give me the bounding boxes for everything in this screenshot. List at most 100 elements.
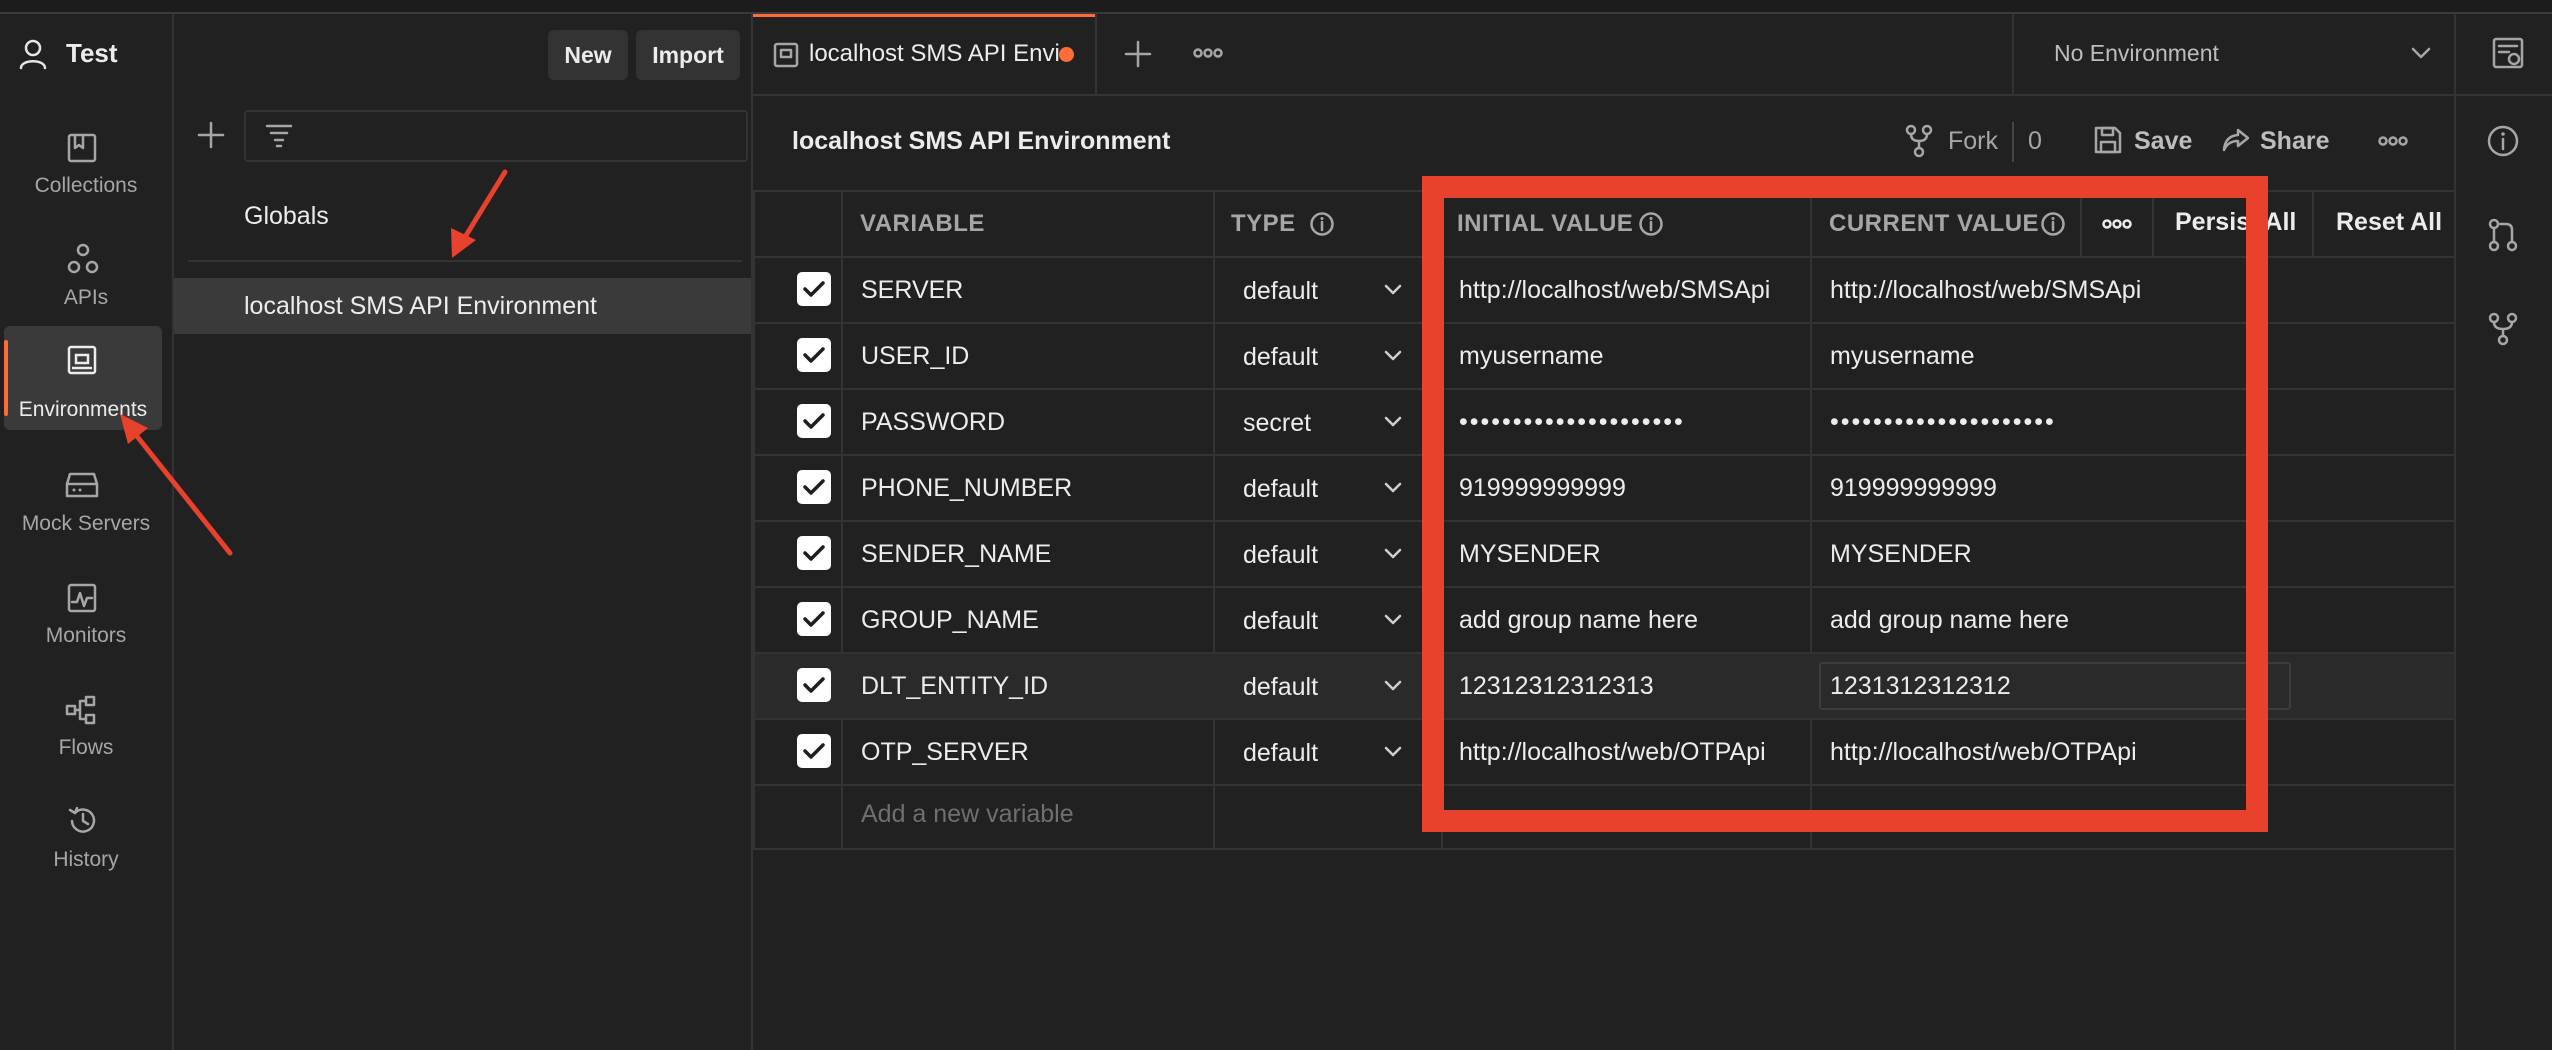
globals-item[interactable]: Globals [244, 202, 329, 231]
current-value[interactable]: ••••••••••••••••••••• [1830, 408, 2056, 437]
filter-icon [264, 122, 294, 148]
type-select[interactable]: default [1243, 277, 1318, 306]
new-button[interactable]: New [548, 30, 628, 80]
type-select[interactable]: default [1243, 475, 1318, 504]
type-select[interactable]: secret [1243, 409, 1311, 438]
type-select[interactable]: default [1243, 673, 1318, 702]
title-strip [0, 0, 2552, 14]
current-value-input[interactable]: 1231312312312 [1819, 662, 2291, 710]
chevron-down-icon[interactable] [1383, 746, 1403, 758]
create-environment-button[interactable] [196, 120, 226, 150]
chevron-down-icon[interactable] [1383, 416, 1403, 428]
enabled-checkbox[interactable] [797, 470, 831, 504]
current-value-info-icon[interactable] [2040, 211, 2066, 237]
tab-options-icon[interactable] [1193, 46, 1223, 60]
type-select[interactable]: default [1243, 343, 1318, 372]
chevron-down-icon[interactable] [1383, 284, 1403, 296]
table-border [2080, 190, 2082, 256]
enabled-checkbox[interactable] [797, 602, 831, 636]
chevron-down-icon[interactable] [1383, 482, 1403, 494]
chevron-down-icon[interactable] [1383, 680, 1403, 692]
variable-name[interactable]: PHONE_NUMBER [861, 474, 1072, 503]
add-variable-input[interactable]: Add a new variable [861, 800, 1074, 829]
sidebar-item-collections[interactable]: Collections [0, 114, 172, 214]
table-row: DLT_ENTITY_ID default 12312312312313 123… [755, 654, 2454, 718]
tab-localhost-sms-api[interactable]: localhost SMS API Envi [753, 14, 1097, 94]
current-value[interactable]: MYSENDER [1830, 540, 1972, 569]
environment-item-localhost[interactable]: localhost SMS API Environment [174, 278, 751, 334]
initial-value[interactable]: http://localhost/web/SMSApi [1459, 276, 1770, 305]
tab-active-indicator [753, 14, 1095, 17]
fork-button[interactable]: Fork [1948, 127, 1998, 156]
variable-name[interactable]: SENDER_NAME [861, 540, 1051, 569]
checkmark-icon [803, 677, 825, 693]
workspace-name[interactable]: Test [66, 38, 118, 69]
type-select[interactable]: default [1243, 541, 1318, 570]
variable-name[interactable]: OTP_SERVER [861, 738, 1029, 767]
sidebar-item-monitors[interactable]: Monitors [0, 562, 172, 662]
current-value[interactable]: 919999999999 [1830, 474, 1997, 503]
sidebar-item-label: Flows [58, 736, 114, 759]
variable-name[interactable]: PASSWORD [861, 408, 1005, 437]
environment-selector[interactable]: No Environment [2014, 14, 2454, 94]
type-select[interactable]: default [1243, 607, 1318, 636]
enabled-checkbox[interactable] [797, 536, 831, 570]
current-value[interactable]: http://localhost/web/OTPApi [1830, 738, 2137, 767]
persist-all-button[interactable]: Persist All [2175, 208, 2296, 237]
variables-table: VARIABLE TYPE INITIAL VALUE CURRENT VALU… [753, 190, 2454, 850]
table-border [2152, 190, 2154, 256]
share-button[interactable]: Share [2260, 127, 2329, 156]
variable-name[interactable]: DLT_ENTITY_ID [861, 672, 1048, 701]
sidebar-item-mock-servers[interactable]: Mock Servers [0, 450, 172, 550]
search-input[interactable] [244, 110, 748, 162]
checkmark-icon [803, 545, 825, 561]
reset-all-button[interactable]: Reset All [2336, 208, 2442, 237]
initial-value[interactable]: 919999999999 [1459, 474, 1626, 503]
fork-info-icon[interactable] [2486, 312, 2520, 346]
table-border [753, 848, 2454, 850]
import-button[interactable]: Import [636, 30, 740, 80]
sidebar-item-environments[interactable]: Environments [4, 326, 162, 430]
initial-value-info-icon[interactable] [1638, 211, 1664, 237]
enabled-checkbox[interactable] [797, 404, 831, 438]
environment-quick-look-icon[interactable] [2491, 36, 2525, 70]
table-border [753, 190, 2454, 192]
enabled-checkbox[interactable] [797, 338, 831, 372]
checkmark-icon [803, 347, 825, 363]
initial-value[interactable]: MYSENDER [1459, 540, 1601, 569]
checkmark-icon [803, 743, 825, 759]
more-actions-icon[interactable] [2378, 134, 2408, 148]
pull-request-icon[interactable] [2486, 218, 2520, 252]
new-tab-button[interactable] [1123, 39, 1153, 69]
current-value[interactable]: myusername [1830, 342, 1975, 371]
variable-name[interactable]: USER_ID [861, 342, 969, 371]
info-icon[interactable] [2486, 124, 2520, 158]
type-info-icon[interactable] [1309, 211, 1335, 237]
initial-value[interactable]: myusername [1459, 342, 1604, 371]
initial-value[interactable]: http://localhost/web/OTPApi [1459, 738, 1766, 767]
right-rail [2454, 96, 2552, 1050]
chevron-down-icon [2410, 46, 2432, 60]
initial-value[interactable]: ••••••••••••••••••••• [1459, 408, 1685, 437]
column-options-icon[interactable] [2102, 217, 2132, 231]
variable-name[interactable]: SERVER [861, 276, 963, 305]
save-button[interactable]: Save [2134, 127, 2192, 156]
environment-list-panel: New Import Globals localhost SMS API Env… [174, 14, 753, 1050]
type-select[interactable]: default [1243, 739, 1318, 768]
enabled-checkbox[interactable] [797, 272, 831, 306]
enabled-checkbox[interactable] [797, 668, 831, 702]
enabled-checkbox[interactable] [797, 734, 831, 768]
chevron-down-icon[interactable] [1383, 548, 1403, 560]
column-header-initial-value: INITIAL VALUE [1457, 210, 1634, 237]
mock-servers-icon [64, 470, 100, 500]
chevron-down-icon[interactable] [1383, 350, 1403, 362]
sidebar-item-history[interactable]: History [0, 786, 172, 886]
chevron-down-icon[interactable] [1383, 614, 1403, 626]
current-value[interactable]: add group name here [1830, 606, 2069, 635]
sidebar-item-apis[interactable]: APIs [0, 226, 172, 326]
current-value[interactable]: http://localhost/web/SMSApi [1830, 276, 2141, 305]
initial-value[interactable]: 12312312312313 [1459, 672, 1654, 701]
initial-value[interactable]: add group name here [1459, 606, 1698, 635]
sidebar-item-flows[interactable]: Flows [0, 674, 172, 774]
variable-name[interactable]: GROUP_NAME [861, 606, 1039, 635]
